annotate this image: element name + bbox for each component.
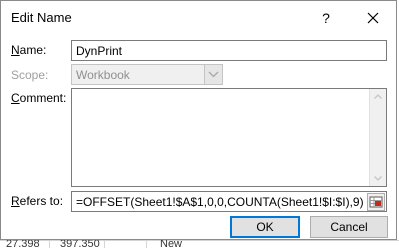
scope-value: Workbook — [76, 68, 130, 82]
comment-scrollbar[interactable] — [369, 89, 386, 186]
close-icon — [367, 12, 379, 24]
help-icon: ? — [322, 10, 330, 26]
scroll-up-icon — [374, 94, 382, 99]
comment-textarea[interactable] — [71, 88, 387, 187]
chevron-down-icon — [208, 71, 219, 78]
range-select-icon — [369, 196, 383, 208]
dialog-title: Edit Name — [11, 10, 72, 25]
edit-name-dialog: Edit Name ? Name: DynPrint Scope: Workbo… — [0, 0, 397, 240]
close-button[interactable] — [356, 6, 390, 30]
refers-to-formula: =OFFSET(Sheet1!$A$1,0,0,COUNTA(Sheet1!$I… — [76, 195, 364, 209]
ok-button[interactable]: OK — [230, 216, 300, 238]
cancel-button[interactable]: Cancel — [310, 216, 388, 238]
refers-to-label: Refers to: — [11, 194, 64, 208]
help-button[interactable]: ? — [312, 6, 340, 30]
scope-select: Workbook — [71, 64, 223, 85]
scope-label: Scope: — [11, 68, 49, 82]
refers-to-input[interactable]: =OFFSET(Sheet1!$A$1,0,0,COUNTA(Sheet1!$I… — [71, 191, 387, 212]
scroll-down-icon — [374, 176, 382, 181]
name-label: Name: — [11, 43, 47, 57]
comment-label: Comment: — [11, 91, 67, 105]
range-select-button[interactable] — [367, 193, 385, 211]
scope-dropdown — [204, 65, 222, 84]
scroll-up-button[interactable] — [370, 89, 386, 105]
title-bar[interactable]: Edit Name ? — [1, 1, 396, 35]
name-input[interactable]: DynPrint — [71, 40, 387, 61]
scroll-down-button[interactable] — [370, 170, 386, 186]
